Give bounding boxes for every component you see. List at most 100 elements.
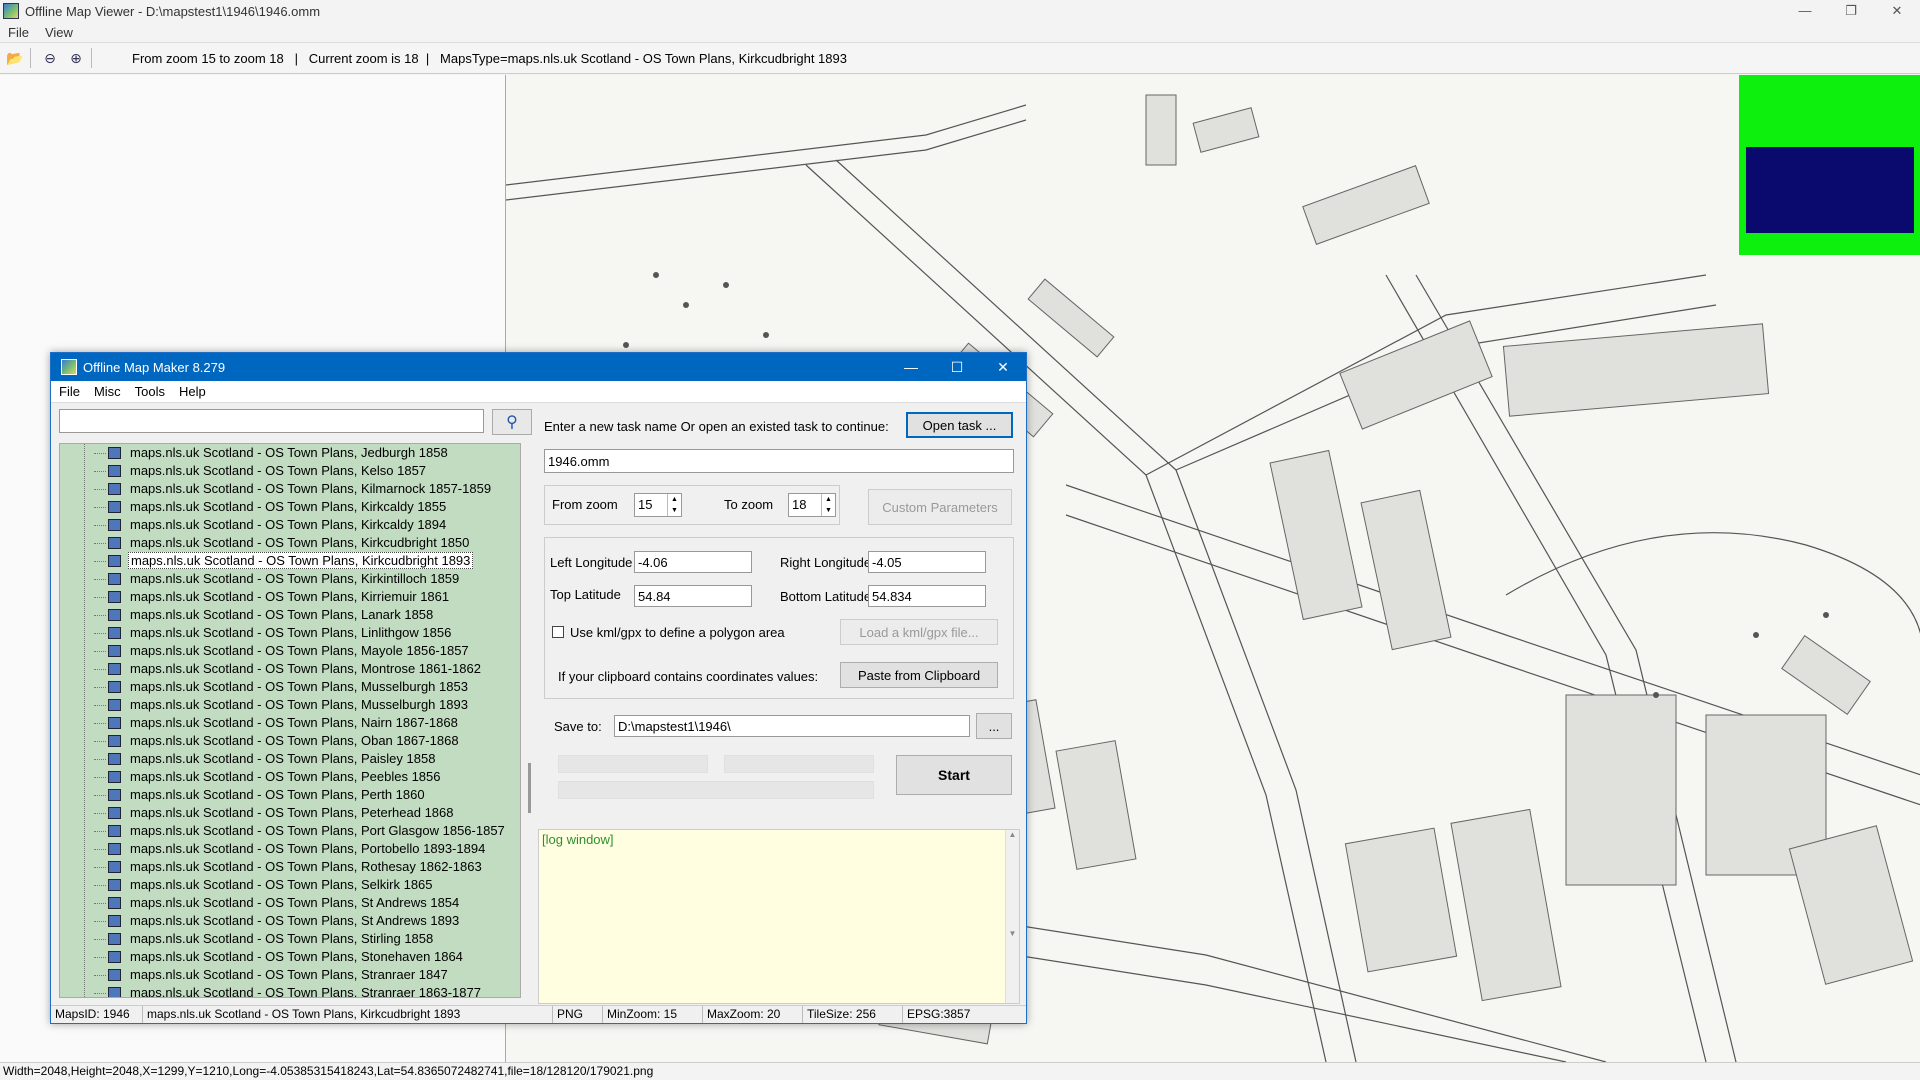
map-type-item[interactable]: maps.nls.uk Scotland - OS Town Plans, La… xyxy=(60,606,520,624)
map-type-item[interactable]: maps.nls.uk Scotland - OS Town Plans, Pe… xyxy=(60,804,520,822)
map-type-item[interactable]: maps.nls.uk Scotland - OS Town Plans, Pe… xyxy=(60,786,520,804)
map-type-item[interactable]: maps.nls.uk Scotland - OS Town Plans, Ki… xyxy=(60,480,520,498)
map-type-item[interactable]: maps.nls.uk Scotland - OS Town Plans, St… xyxy=(60,984,520,997)
folder-open-icon[interactable]: 📂 xyxy=(4,47,26,69)
map-type-label: maps.nls.uk Scotland - OS Town Plans, Mu… xyxy=(130,697,468,712)
map-layer-icon xyxy=(108,627,121,639)
map-type-label: maps.nls.uk Scotland - OS Town Plans, St… xyxy=(130,967,448,982)
map-type-item[interactable]: maps.nls.uk Scotland - OS Town Plans, Ki… xyxy=(60,534,520,552)
open-task-button[interactable]: Open task ... xyxy=(906,412,1013,438)
map-type-item[interactable]: maps.nls.uk Scotland - OS Town Plans, Mo… xyxy=(60,660,520,678)
map-type-item[interactable]: maps.nls.uk Scotland - OS Town Plans, St… xyxy=(60,948,520,966)
map-type-item[interactable]: maps.nls.uk Scotland - OS Town Plans, Se… xyxy=(60,876,520,894)
tree-connector xyxy=(94,453,106,454)
tree-connector xyxy=(94,849,106,850)
status-max-zoom: MaxZoom: 20 xyxy=(703,1006,803,1023)
tree-connector xyxy=(94,903,106,904)
menu-tools[interactable]: Tools xyxy=(127,384,171,399)
map-type-item[interactable]: maps.nls.uk Scotland - OS Town Plans, Ro… xyxy=(60,858,520,876)
map-type-item[interactable]: maps.nls.uk Scotland - OS Town Plans, Je… xyxy=(60,444,520,462)
maximize-icon[interactable]: ☐ xyxy=(934,353,980,381)
menu-file[interactable]: File xyxy=(51,384,86,399)
map-type-item[interactable]: maps.nls.uk Scotland - OS Town Plans, St… xyxy=(60,966,520,984)
custom-parameters-button[interactable]: Custom Parameters xyxy=(868,489,1012,525)
viewer-statusbar: Width=2048,Height=2048,X=1299,Y=1210,Lon… xyxy=(0,1062,1920,1080)
map-type-item[interactable]: maps.nls.uk Scotland - OS Town Plans, Ki… xyxy=(60,570,520,588)
zoom-out-icon[interactable]: ⊖ xyxy=(39,47,61,69)
map-type-item[interactable]: maps.nls.uk Scotland - OS Town Plans, Ki… xyxy=(60,516,520,534)
map-type-item[interactable]: maps.nls.uk Scotland - OS Town Plans, Ki… xyxy=(60,588,520,606)
close-icon[interactable]: ✕ xyxy=(980,353,1026,381)
map-type-item[interactable]: maps.nls.uk Scotland - OS Town Plans, Po… xyxy=(60,840,520,858)
minimize-icon[interactable]: — xyxy=(1782,0,1828,22)
map-type-item[interactable]: maps.nls.uk Scotland - OS Town Plans, Ma… xyxy=(60,642,520,660)
map-type-tree[interactable]: maps.nls.uk Scotland - OS Town Plans, Je… xyxy=(59,443,521,998)
map-type-item[interactable]: maps.nls.uk Scotland - OS Town Plans, Na… xyxy=(60,714,520,732)
map-type-item[interactable]: maps.nls.uk Scotland - OS Town Plans, St… xyxy=(60,930,520,948)
tree-connector xyxy=(94,777,106,778)
minimize-icon[interactable]: — xyxy=(888,353,934,381)
progress-bar-total xyxy=(558,781,874,799)
menu-help[interactable]: Help xyxy=(171,384,212,399)
tree-connector xyxy=(94,993,106,994)
map-type-label: maps.nls.uk Scotland - OS Town Plans, Ki… xyxy=(130,535,470,550)
map-type-label: maps.nls.uk Scotland - OS Town Plans, Ke… xyxy=(130,463,427,478)
minimap-viewport[interactable] xyxy=(1746,147,1914,233)
tree-connector xyxy=(94,579,106,580)
map-type-item[interactable]: maps.nls.uk Scotland - OS Town Plans, Ki… xyxy=(60,552,520,570)
log-text: [log window] xyxy=(542,832,614,847)
save-path-field[interactable] xyxy=(614,715,970,737)
map-type-item[interactable]: maps.nls.uk Scotland - OS Town Plans, Li… xyxy=(60,624,520,642)
map-type-item[interactable]: maps.nls.uk Scotland - OS Town Plans, Mu… xyxy=(60,696,520,714)
task-name-field[interactable] xyxy=(544,449,1014,473)
tree-connector xyxy=(94,939,106,940)
map-layer-icon xyxy=(108,789,121,801)
map-type-item[interactable]: maps.nls.uk Scotland - OS Town Plans, Pa… xyxy=(60,750,520,768)
close-icon[interactable]: ✕ xyxy=(1874,0,1920,22)
kml-checkbox[interactable] xyxy=(552,626,564,638)
to-zoom-stepper[interactable]: 18 ▲ ▼ xyxy=(788,493,836,517)
zoom-in-icon[interactable]: ⊕ xyxy=(65,47,87,69)
map-type-label: maps.nls.uk Scotland - OS Town Plans, Ki… xyxy=(130,589,450,604)
map-type-label: maps.nls.uk Scotland - OS Town Plans, Ro… xyxy=(130,859,482,874)
tree-connector xyxy=(94,633,106,634)
browse-button[interactable]: ... xyxy=(976,713,1012,739)
paste-clipboard-button[interactable]: Paste from Clipboard xyxy=(840,662,998,688)
map-type-item[interactable]: maps.nls.uk Scotland - OS Town Plans, Mu… xyxy=(60,678,520,696)
bottom-latitude-field[interactable] xyxy=(868,585,986,607)
map-type-label: maps.nls.uk Scotland - OS Town Plans, Mo… xyxy=(130,661,481,676)
log-scrollbar[interactable]: ▲ ▼ xyxy=(1005,830,1019,1003)
menu-file[interactable]: File xyxy=(0,25,37,40)
map-type-item[interactable]: maps.nls.uk Scotland - OS Town Plans, Ke… xyxy=(60,462,520,480)
scroll-thumb[interactable] xyxy=(528,763,531,813)
spin-arrows-icon[interactable]: ▲ ▼ xyxy=(821,494,835,516)
start-button[interactable]: Start xyxy=(896,755,1012,795)
search-icon[interactable]: ⚲ xyxy=(492,409,532,435)
map-type-label: maps.nls.uk Scotland - OS Town Plans, Na… xyxy=(130,715,458,730)
toolbar-separator xyxy=(91,48,92,68)
map-type-item[interactable]: maps.nls.uk Scotland - OS Town Plans, Po… xyxy=(60,822,520,840)
map-type-item[interactable]: maps.nls.uk Scotland - OS Town Plans, Ob… xyxy=(60,732,520,750)
map-type-pane: ⚲ maps.nls.uk Scotland - OS Town Plans, … xyxy=(59,409,536,998)
tree-scrollbar[interactable] xyxy=(524,443,536,998)
top-latitude-field[interactable] xyxy=(634,585,752,607)
menu-misc[interactable]: Misc xyxy=(86,384,127,399)
map-type-item[interactable]: maps.nls.uk Scotland - OS Town Plans, St… xyxy=(60,894,520,912)
map-layer-icon xyxy=(108,681,121,693)
app-icon xyxy=(61,359,77,375)
from-zoom-stepper[interactable]: 15 ▲ ▼ xyxy=(634,493,682,517)
map-type-label: maps.nls.uk Scotland - OS Town Plans, Pe… xyxy=(130,805,454,820)
log-window[interactable]: [log window] ▲ ▼ xyxy=(538,829,1020,1004)
menu-view[interactable]: View xyxy=(37,25,81,40)
maximize-icon[interactable]: ❐ xyxy=(1828,0,1874,22)
map-type-item[interactable]: maps.nls.uk Scotland - OS Town Plans, St… xyxy=(60,912,520,930)
map-layer-icon xyxy=(108,537,121,549)
map-search-input[interactable] xyxy=(59,409,484,433)
toolbar-separator xyxy=(30,48,31,68)
map-type-item[interactable]: maps.nls.uk Scotland - OS Town Plans, Pe… xyxy=(60,768,520,786)
spin-arrows-icon[interactable]: ▲ ▼ xyxy=(667,494,681,516)
right-longitude-field[interactable] xyxy=(868,551,986,573)
left-longitude-field[interactable] xyxy=(634,551,752,573)
load-kml-button[interactable]: Load a kml/gpx file... xyxy=(840,619,998,645)
map-type-item[interactable]: maps.nls.uk Scotland - OS Town Plans, Ki… xyxy=(60,498,520,516)
